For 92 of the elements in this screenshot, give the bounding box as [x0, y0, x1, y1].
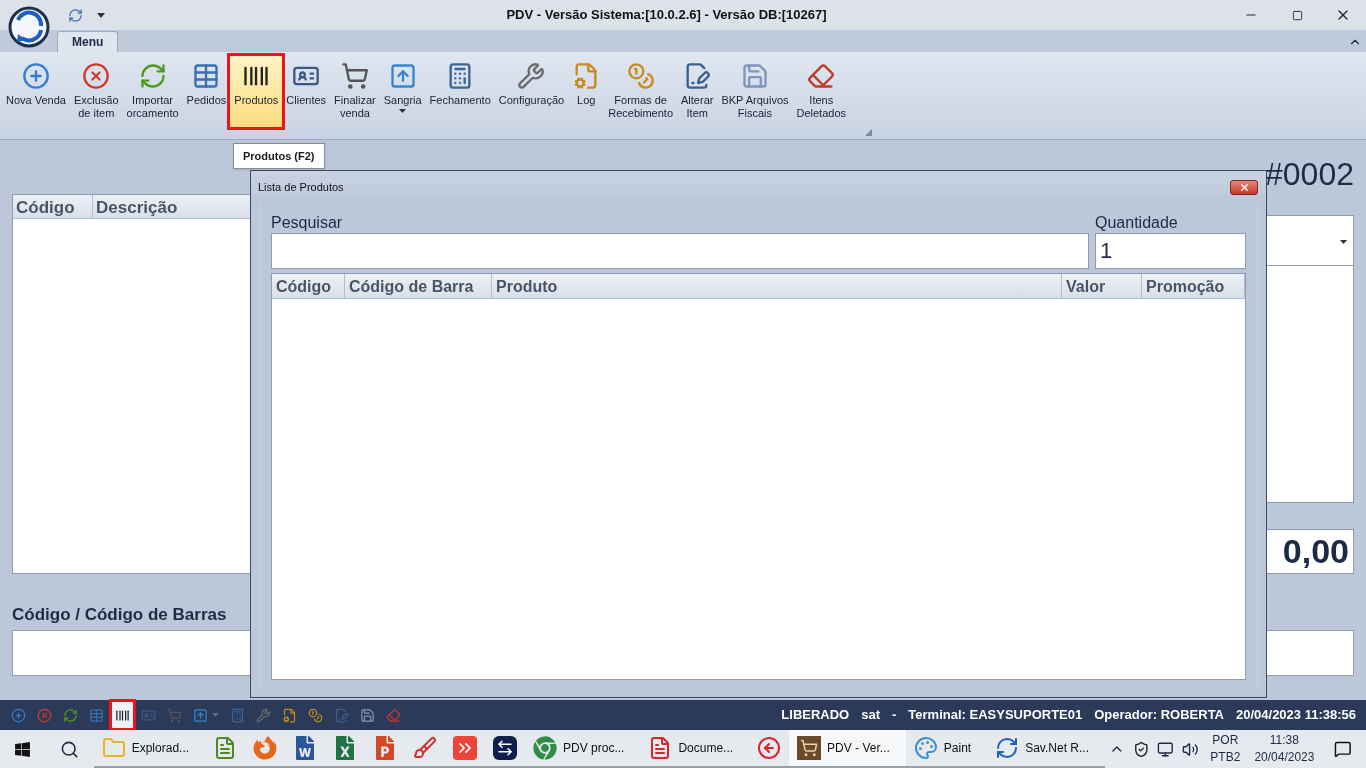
calculator-icon: [230, 707, 245, 723]
dropdown-caret-icon: [212, 713, 219, 717]
arrow-up-icon: [193, 707, 208, 723]
chrome-icon: [533, 736, 558, 760]
ribbon-button[interactable]: Configuração: [494, 56, 569, 127]
browser-icon: [253, 736, 278, 760]
status-text: sat: [861, 706, 880, 725]
table-icon: [89, 707, 104, 723]
palette-icon: [913, 736, 938, 760]
quantity-field[interactable]: 1: [1095, 233, 1246, 269]
status-text: Operador: ROBERTA: [1094, 706, 1224, 725]
status-text: 20/04/2023 11:38:56: [1236, 706, 1356, 725]
dialog-launcher-icon[interactable]: [865, 129, 872, 136]
tools-icon: [517, 62, 546, 90]
ribbon-button[interactable]: Alterar Item: [677, 56, 718, 127]
plus-circle-icon: [11, 707, 26, 723]
shield-icon[interactable]: [1132, 740, 1150, 758]
taskbar-app[interactable]: Explorad...: [93, 730, 206, 768]
barcode-label: Código / Código de Barras: [12, 603, 228, 626]
refresh-icon[interactable]: [68, 7, 83, 23]
ribbon-button[interactable]: Fechamento: [425, 56, 495, 127]
windows-logo-icon: [13, 740, 31, 758]
folder-icon: [101, 736, 126, 760]
refresh-logo-icon: [995, 736, 1020, 760]
ribbon-button[interactable]: Importar orcamento: [122, 56, 183, 127]
dropdown-caret-icon: [1340, 239, 1347, 244]
ribbon-button[interactable]: Log: [568, 56, 605, 127]
barcode-icon: [115, 707, 130, 723]
maximize-icon: [1291, 9, 1303, 21]
window-title: PDV - Versão Sistema:[10.0.2.6] - Versão DB:[10267]: [506, 6, 827, 25]
taskbar-app[interactable]: Paint: [905, 730, 988, 768]
ribbon-button[interactable]: Itens Deletados: [792, 56, 851, 127]
refresh-icon: [63, 707, 78, 723]
cart-icon: [340, 62, 369, 90]
document-gear-icon: [282, 707, 297, 723]
ribbon-button[interactable]: Clientes: [282, 56, 331, 127]
brush-icon: [413, 736, 438, 760]
column-header: Código: [272, 274, 345, 298]
register-number: #0002: [1265, 155, 1354, 194]
search-field[interactable]: [271, 233, 1089, 269]
ribbon-button[interactable]: Sangria: [379, 56, 426, 127]
dropdown-caret-icon[interactable]: [97, 12, 105, 18]
coins-icon: [626, 62, 655, 90]
tooltip: Produtos (F2): [233, 143, 325, 169]
ribbon-button[interactable]: Pedidos: [182, 56, 231, 127]
arrow-up-icon: [388, 62, 417, 90]
volume-icon[interactable]: [1181, 740, 1199, 758]
status-text: -: [892, 706, 897, 725]
column-header: Código de Barra: [345, 274, 492, 298]
cart-icon: [797, 736, 822, 760]
column-header: Produto: [492, 274, 1062, 298]
ribbon-button[interactable]: Produtos: [230, 56, 283, 127]
cart-icon: [167, 707, 182, 723]
status-text: Terminal: EASYSUPORTE01: [908, 706, 1083, 725]
table-icon: [192, 62, 221, 90]
clock[interactable]: 11:38 20/04/2023: [1248, 732, 1321, 766]
two-way-arrow-icon: [493, 736, 518, 760]
double-chevron-icon: [453, 736, 478, 760]
column-header: Valor: [1062, 274, 1142, 298]
ribbon-button[interactable]: BKP Arquivos Fiscais: [717, 56, 793, 127]
refresh-icon: [138, 62, 167, 90]
notifications-icon[interactable]: [1334, 740, 1352, 758]
ribbon-button[interactable]: Exclusão de item: [69, 56, 123, 127]
ribbon-tab[interactable]: Menu: [57, 31, 119, 52]
taskbar-app[interactable]: PDV - Ver...: [789, 730, 906, 768]
column-header: Promoção: [1142, 274, 1245, 298]
eraser-icon: [807, 62, 836, 90]
ribbon-button[interactable]: Finalizar venda: [330, 56, 380, 127]
toolbar-button[interactable]: [112, 702, 133, 728]
eraser-icon: [386, 707, 401, 723]
close-button[interactable]: [1230, 179, 1258, 195]
taskbar-app[interactable]: Docume...: [640, 730, 750, 768]
plus-circle-icon: [21, 62, 50, 90]
ribbon-button[interactable]: Nova Venda: [2, 56, 70, 127]
coins-icon: [308, 707, 323, 723]
column-header: Código: [13, 195, 93, 218]
status-text: LIBERADO: [781, 706, 850, 725]
network-icon[interactable]: [1157, 740, 1174, 758]
ribbon-button[interactable]: Formas de Recebimento: [604, 56, 678, 127]
quantity-label: Quantidade: [1095, 213, 1179, 233]
tools-icon: [256, 707, 271, 723]
language-indicator[interactable]: POR PTB2: [1202, 732, 1249, 766]
dialog-title: Lista de Produtos: [258, 179, 344, 195]
search-icon: [59, 739, 79, 759]
dropdown-caret-icon: [399, 109, 407, 113]
cross-circle-icon: [82, 62, 111, 90]
taskbar-app[interactable]: Sav.Net R...: [987, 730, 1105, 768]
id-card-icon: [141, 707, 156, 723]
taskbar-app[interactable]: PDV proc...: [525, 730, 641, 768]
document-pen-icon: [334, 707, 349, 723]
close-icon: [1238, 181, 1250, 193]
cross-circle-icon: [37, 707, 52, 723]
